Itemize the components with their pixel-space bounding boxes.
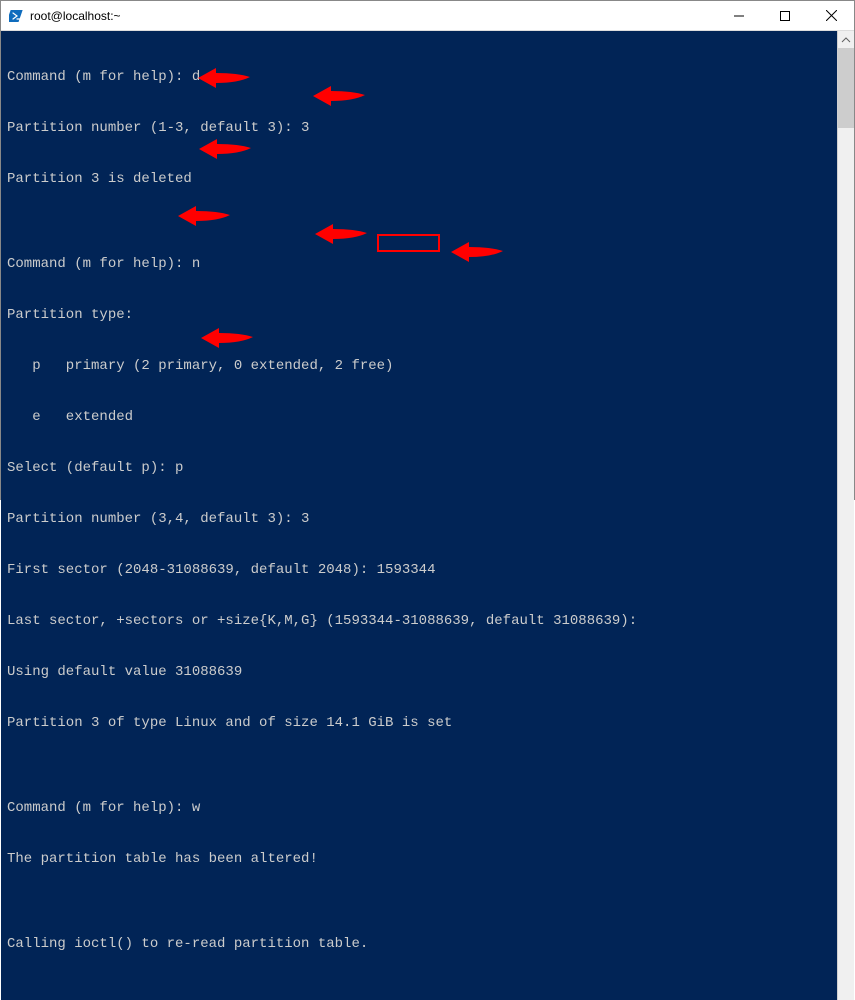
term-line: e extended	[7, 409, 831, 426]
red-arrow-icon	[313, 86, 365, 112]
term-line: Partition number (1-3, default 3): 3	[7, 120, 831, 137]
terminal-output[interactable]: Command (m for help): d Partition number…	[1, 31, 837, 1000]
term-line: p primary (2 primary, 0 extended, 2 free…	[7, 358, 831, 375]
term-line: Command (m for help): d	[7, 69, 831, 86]
red-arrow-icon	[315, 224, 367, 250]
highlight-box	[377, 234, 440, 252]
terminal-window: root@localhost:~ Command (m for help): d…	[0, 0, 855, 500]
term-line: Using default value 31088639	[7, 664, 831, 681]
scroll-track[interactable]	[838, 48, 854, 1000]
terminal-area: Command (m for help): d Partition number…	[1, 31, 854, 1000]
term-line: Partition type:	[7, 307, 831, 324]
powershell-icon	[9, 8, 25, 24]
term-line: Partition 3 of type Linux and of size 14…	[7, 715, 831, 732]
window-title: root@localhost:~	[30, 9, 716, 23]
titlebar: root@localhost:~	[1, 1, 854, 31]
term-line: Partition 3 is deleted	[7, 171, 831, 188]
term-line: Partition number (3,4, default 3): 3	[7, 511, 831, 528]
minimize-button[interactable]	[716, 1, 762, 30]
red-arrow-icon	[201, 328, 253, 354]
scroll-up-button[interactable]	[838, 31, 854, 48]
term-line: Command (m for help): w	[7, 800, 831, 817]
window-controls	[716, 1, 854, 30]
close-button[interactable]	[808, 1, 854, 30]
term-line: Select (default p): p	[7, 460, 831, 477]
red-arrow-icon	[199, 139, 251, 165]
term-line: Last sector, +sectors or +size{K,M,G} (1…	[7, 613, 831, 630]
term-line: Calling ioctl() to re-read partition tab…	[7, 936, 831, 953]
maximize-button[interactable]	[762, 1, 808, 30]
term-line: Command (m for help): n	[7, 256, 831, 273]
vertical-scrollbar[interactable]	[837, 31, 854, 1000]
red-arrow-icon	[178, 206, 230, 232]
term-line: The partition table has been altered!	[7, 851, 831, 868]
term-line: First sector (2048-31088639, default 204…	[7, 562, 831, 579]
scroll-thumb[interactable]	[838, 48, 854, 128]
